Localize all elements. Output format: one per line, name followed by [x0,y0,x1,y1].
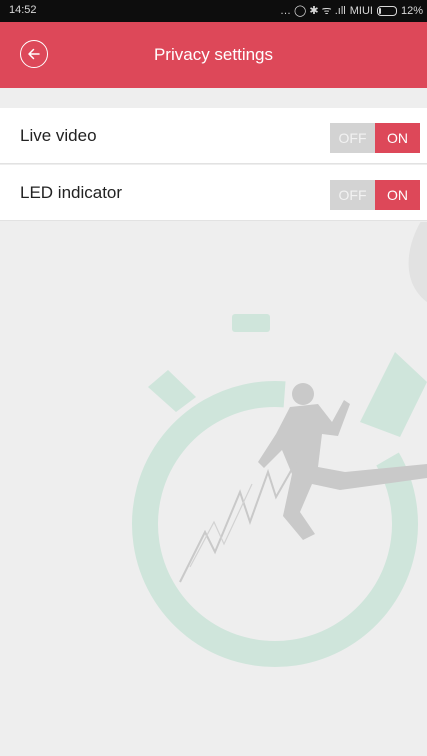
page-title: Privacy settings [153,45,274,64]
status-bar: 14:52 … ◯ ✱ ᯤ .ıll MIUI 12% [0,0,427,22]
led-indicator-toggle[interactable]: OFF ON [330,180,420,210]
setting-label: LED indicator [20,183,123,202]
title-bar: Privacy settings [0,22,427,88]
toggle-off-option[interactable]: OFF [330,123,375,153]
status-time: 14:52 [9,4,37,16]
setting-row-live-video: Live video OFF ON [0,108,427,164]
toggle-off-option[interactable]: OFF [330,180,375,210]
battery-icon [376,5,397,16]
setting-label: Live video [20,126,97,145]
status-indicators: … ◯ ✱ ᯤ .ıll MIUI 12% [280,3,423,18]
toggle-on-option[interactable]: ON [375,123,420,153]
toggle-on-option[interactable]: ON [375,180,420,210]
signal-indicators: … ◯ ✱ ᯤ .ıll [279,5,346,17]
battery-percent: 12% [400,4,423,17]
watermark-logo [132,222,427,667]
live-video-toggle[interactable]: OFF ON [330,123,420,153]
carrier-label: MIUI [349,4,373,17]
setting-row-led-indicator: LED indicator OFF ON [0,165,427,221]
section-spacer [0,88,427,108]
